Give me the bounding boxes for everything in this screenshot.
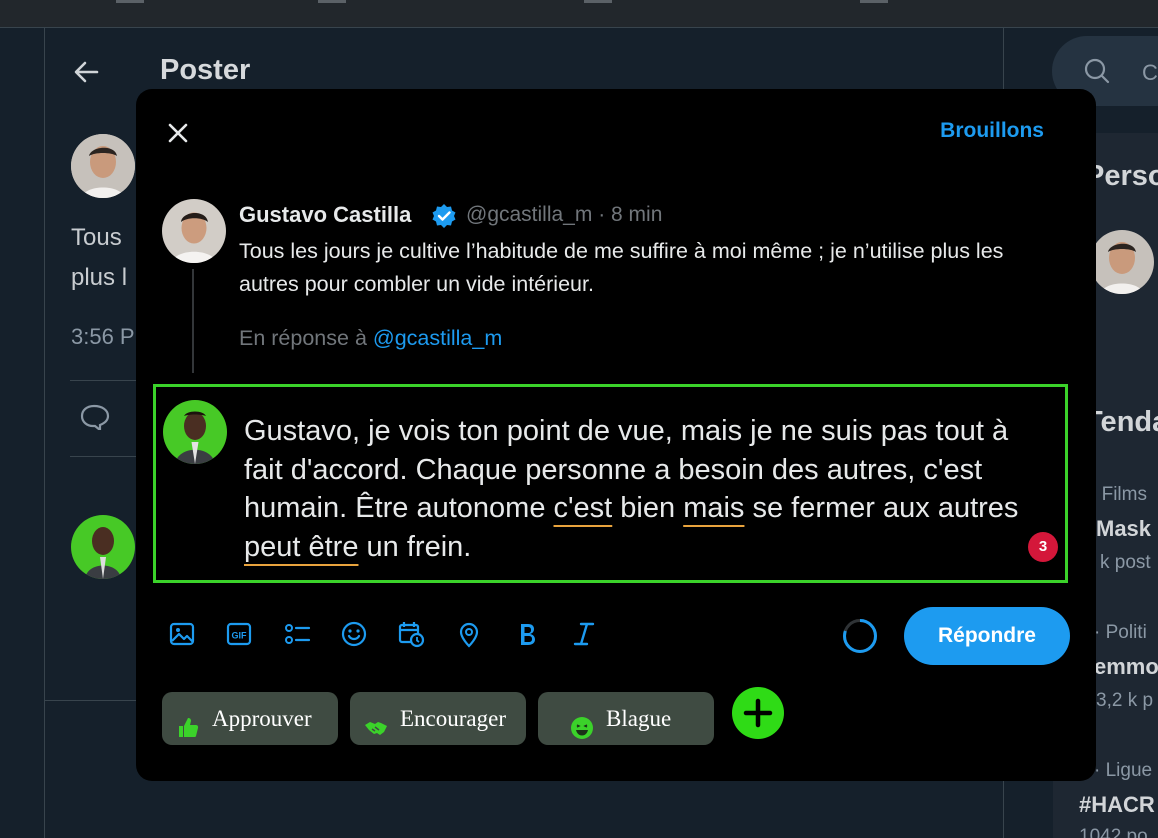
trend-name[interactable]: Mask	[1096, 516, 1151, 542]
gif-icon[interactable]: GIF	[224, 619, 254, 649]
page-title: Poster	[160, 54, 251, 86]
search-placeholder: C	[1142, 60, 1158, 85]
spelling-flag[interactable]: c'est	[554, 492, 613, 524]
location-icon[interactable]	[454, 619, 484, 649]
tab-marker	[318, 0, 346, 3]
trend-posts: 3,2 k p	[1096, 690, 1154, 711]
original-tweet-text: Tous les jours je cultive l’habitude de …	[239, 239, 1004, 296]
image-icon[interactable]	[167, 619, 197, 649]
compose-text-segment: un frein.	[358, 530, 472, 563]
trend-category: · Ligue	[1094, 760, 1153, 781]
spelling-flag[interactable]: peut être	[244, 531, 358, 563]
author-avatar[interactable]	[162, 199, 226, 263]
tweet-timestamp: 3:56 P	[71, 324, 135, 349]
bold-icon[interactable]	[512, 619, 542, 649]
suggestion-chip-joke[interactable]: Blague	[538, 692, 714, 745]
tab-marker	[584, 0, 612, 3]
suggestion-chip-encourage[interactable]: Encourager	[350, 692, 526, 745]
trend-posts: 1042 po	[1079, 826, 1148, 838]
user-avatar	[71, 515, 135, 579]
tweet-text-fragment: plus l	[71, 264, 128, 291]
laughing-face-icon	[570, 706, 594, 739]
tab-marker	[860, 0, 888, 3]
add-suggestion-button[interactable]	[732, 687, 784, 739]
sidebar-divider	[44, 28, 45, 838]
back-arrow-icon[interactable]	[70, 56, 102, 95]
chip-label: Blague	[606, 706, 672, 731]
reply-modal: Brouillons Gustavo Castilla @gcastilla_m…	[136, 89, 1096, 781]
replying-to: En réponse à @gcastilla_m	[239, 326, 502, 351]
emoji-icon[interactable]	[339, 619, 369, 649]
grammar-issue-count-badge[interactable]: 3	[1028, 532, 1058, 562]
schedule-icon[interactable]	[396, 619, 426, 649]
suggestion-chip-approve[interactable]: Approuver	[162, 692, 338, 745]
reply-button[interactable]: Répondre	[904, 607, 1070, 665]
suggested-avatar[interactable]	[1090, 230, 1154, 294]
author-name[interactable]: Gustavo Castilla	[239, 202, 411, 228]
trend-posts: k post	[1100, 552, 1151, 573]
tweet-text-fragment: Tous	[71, 224, 122, 251]
chip-label: Encourager	[400, 706, 506, 731]
trend-category: · Films	[1090, 484, 1147, 505]
trend-name[interactable]: emmo	[1094, 654, 1158, 680]
chip-label: Approuver	[212, 706, 312, 731]
poll-icon[interactable]	[282, 619, 312, 649]
search-icon	[1084, 58, 1110, 89]
verified-badge-icon	[431, 203, 457, 229]
character-count-ring	[842, 618, 878, 654]
italic-icon[interactable]	[569, 619, 599, 649]
thumbs-up-icon	[176, 706, 200, 737]
compose-area[interactable]: Gustavo, je vois ton point de vue, mais …	[153, 384, 1068, 583]
tab-marker	[116, 0, 144, 3]
compose-input[interactable]: Gustavo, je vois ton point de vue, mais …	[244, 412, 1054, 566]
drafts-button[interactable]: Brouillons	[940, 119, 1044, 143]
svg-text:GIF: GIF	[232, 631, 248, 641]
reply-handle-link[interactable]: @gcastilla_m	[373, 326, 502, 350]
reply-prefix: En réponse à	[239, 326, 367, 350]
spelling-flag[interactable]: mais	[683, 492, 744, 524]
trend-category: · Politi	[1094, 622, 1147, 643]
plus-icon	[743, 698, 773, 728]
compose-text-segment: se fermer aux autres	[744, 492, 1019, 524]
thread-line	[192, 269, 194, 373]
reply-icon[interactable]	[80, 404, 110, 433]
browser-top-strip	[0, 0, 1158, 28]
close-icon[interactable]	[162, 117, 194, 149]
handshake-icon	[364, 706, 388, 735]
compose-text-segment: bien	[612, 492, 684, 524]
author-handle-time: @gcastilla_m · 8 min	[466, 203, 663, 226]
author-avatar[interactable]	[71, 134, 135, 198]
trend-name[interactable]: #HACR	[1079, 792, 1155, 818]
user-avatar	[163, 400, 227, 464]
